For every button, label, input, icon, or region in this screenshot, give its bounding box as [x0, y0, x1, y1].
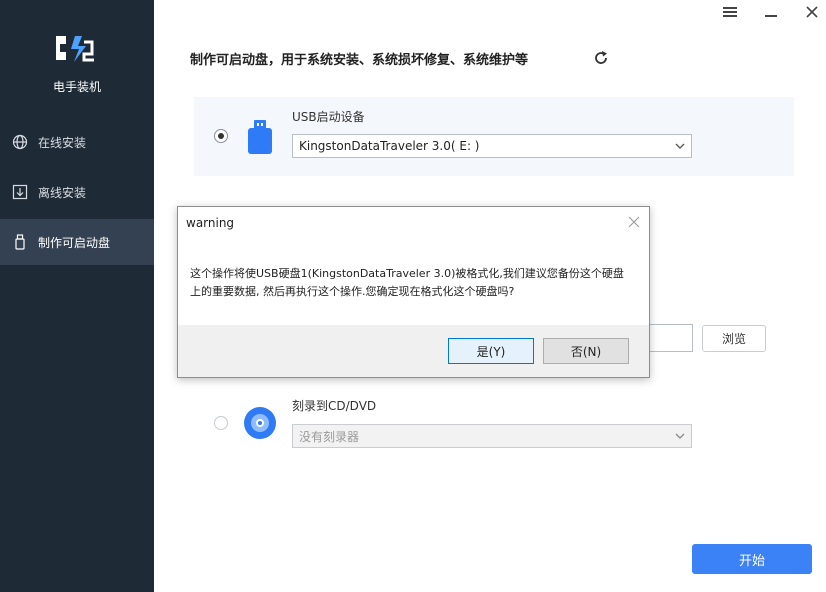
- chevron-down-icon: [675, 143, 685, 149]
- dialog-message-line: 上的重要数据, 然后再执行这个操作.您确定现在格式化这个硬盘吗?: [190, 285, 515, 298]
- close-icon: [806, 6, 818, 18]
- page-title: 制作可启动盘，用于系统安装、系统损坏修复、系统维护等: [190, 53, 529, 68]
- dialog-close-icon[interactable]: [627, 215, 641, 229]
- usb-option-radio[interactable]: [214, 129, 228, 143]
- dialog-no-button[interactable]: 否(N): [543, 338, 629, 364]
- sidebar-item-label: 制作可启动盘: [38, 235, 111, 250]
- sidebar: 电手装机 在线安装 离线安装 制作可启动盘: [0, 0, 154, 592]
- usb-option-label: USB启动设备: [292, 110, 365, 124]
- download-box-icon: [12, 184, 28, 200]
- globe-icon: [12, 134, 28, 150]
- cd-option-radio[interactable]: [214, 416, 228, 430]
- disc-icon: [244, 407, 276, 439]
- browse-button[interactable]: 浏览: [702, 325, 766, 352]
- start-button[interactable]: 开始: [692, 544, 812, 574]
- sidebar-item-offline-install[interactable]: 离线安装: [0, 169, 154, 215]
- usb-device-value: KingstonDataTraveler 3.0( E: ): [299, 139, 480, 153]
- usb-drive-icon: [12, 234, 28, 250]
- chevron-down-icon: [675, 433, 685, 439]
- dialog-message: 这个操作将使USB硬盘1(KingstonDataTraveler 3.0)被格…: [190, 265, 630, 301]
- app-name: 电手装机: [52, 80, 101, 94]
- refresh-icon[interactable]: [593, 50, 609, 66]
- close-button[interactable]: [804, 4, 820, 20]
- usb-device-select[interactable]: KingstonDataTraveler 3.0( E: ): [292, 134, 692, 158]
- dialog-footer: 是(Y) 否(N): [178, 325, 649, 377]
- sidebar-item-label: 在线安装: [38, 135, 87, 150]
- dialog-message-line: 这个操作将使USB硬盘1(KingstonDataTraveler 3.0)被格…: [190, 267, 624, 280]
- cd-option-label: 刻录到CD/DVD: [292, 399, 377, 413]
- minimize-button[interactable]: [764, 4, 780, 20]
- menu-button[interactable]: [722, 4, 738, 20]
- menu-icon: [723, 7, 737, 17]
- sidebar-item-make-bootable[interactable]: 制作可启动盘: [0, 219, 154, 265]
- usb-stick-icon: [248, 120, 272, 154]
- minimize-icon: [765, 15, 777, 17]
- sidebar-item-label: 离线安装: [38, 185, 87, 200]
- dialog-yes-button[interactable]: 是(Y): [448, 338, 534, 364]
- sidebar-item-online-install[interactable]: 在线安装: [0, 119, 154, 165]
- app-logo-icon: [56, 36, 94, 62]
- dialog-title: warning: [186, 216, 235, 230]
- cd-device-select[interactable]: 没有刻录器: [292, 424, 692, 448]
- cd-device-value: 没有刻录器: [299, 429, 360, 444]
- warning-dialog: warning 这个操作将使USB硬盘1(KingstonDataTravele…: [177, 206, 650, 378]
